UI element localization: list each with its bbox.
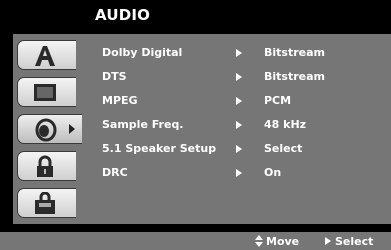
screen-title: AUDIO <box>95 6 151 24</box>
setting-label: DRC <box>102 166 128 179</box>
tab-lock[interactable] <box>17 151 76 181</box>
setting-row-speaker-setup[interactable]: 5.1 Speaker Setup Select <box>88 136 391 160</box>
arrow-right-icon <box>236 169 242 177</box>
lock-icon <box>37 155 53 177</box>
tab-display[interactable] <box>17 77 76 107</box>
navigation-hint-bar: Move Select <box>0 232 391 250</box>
setting-row-drc[interactable]: DRC On <box>88 160 391 184</box>
tab-language[interactable] <box>17 40 76 70</box>
setting-row-dolby-digital[interactable]: Dolby Digital Bitstream <box>88 40 391 64</box>
setting-label: Sample Freq. <box>102 118 184 131</box>
tab-audio[interactable] <box>17 114 82 144</box>
select-hint-label: Select <box>335 235 374 248</box>
audio-settings-list: Dolby Digital Bitstream DTS Bitstream MP… <box>88 34 391 224</box>
setting-value: PCM <box>264 94 292 107</box>
setting-row-dts[interactable]: DTS Bitstream <box>88 64 391 88</box>
other-settings-icon <box>35 192 55 214</box>
setting-row-mpeg[interactable]: MPEG PCM <box>88 88 391 112</box>
setting-value: Select <box>264 142 303 155</box>
audio-settings-screen: AUDIO Dolby Digital Bitstream DTS Bitstr… <box>0 0 391 250</box>
tab-others[interactable] <box>17 188 76 218</box>
setting-label: DTS <box>102 70 127 83</box>
display-icon <box>34 84 56 101</box>
select-arrow-icon <box>325 237 331 245</box>
arrow-right-icon <box>236 49 242 57</box>
arrow-right-icon <box>236 121 242 129</box>
category-tabs <box>13 34 82 224</box>
setting-value: 48 kHz <box>264 118 307 131</box>
setting-value: On <box>264 166 282 179</box>
setting-label: 5.1 Speaker Setup <box>102 142 217 155</box>
setting-value: Bitstream <box>264 70 325 83</box>
setting-label: Dolby Digital <box>102 46 183 59</box>
setting-value: Bitstream <box>264 46 325 59</box>
setting-row-sample-freq[interactable]: Sample Freq. 48 kHz <box>88 112 391 136</box>
active-tab-pointer-icon <box>69 124 75 134</box>
audio-speaker-icon <box>35 118 57 142</box>
arrow-right-icon <box>236 97 242 105</box>
arrow-right-icon <box>236 73 242 81</box>
language-icon <box>35 46 55 66</box>
up-down-arrow-icon <box>255 235 263 247</box>
move-hint-label: Move <box>266 235 300 248</box>
setting-label: MPEG <box>102 94 138 107</box>
arrow-right-icon <box>236 145 242 153</box>
